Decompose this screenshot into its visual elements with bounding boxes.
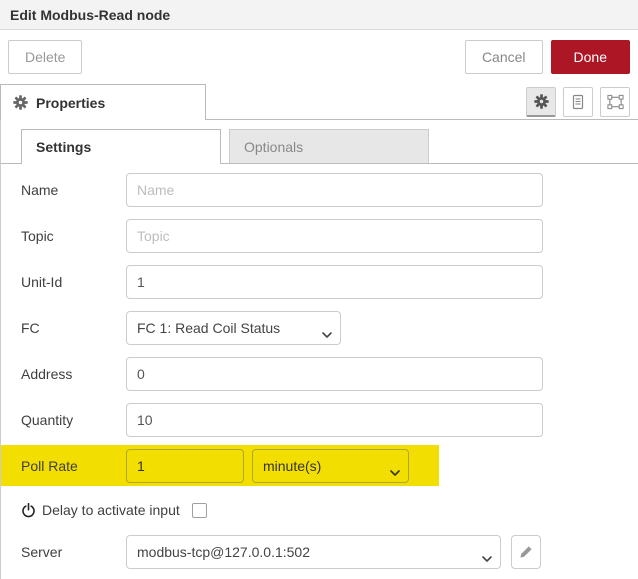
done-button[interactable]: Done bbox=[550, 40, 630, 74]
cancel-button[interactable]: Cancel bbox=[464, 40, 543, 74]
tab-properties[interactable]: Properties bbox=[0, 84, 206, 120]
poll-rate-row: Poll Rate minute(s) bbox=[1, 445, 618, 486]
poll-rate-label: Poll Rate bbox=[21, 458, 78, 474]
tab-settings[interactable]: Settings bbox=[21, 129, 221, 164]
fc-select[interactable]: FC 1: Read Coil Status bbox=[126, 311, 341, 345]
appearance-frame-icon bbox=[606, 94, 624, 110]
topic-input[interactable] bbox=[126, 219, 543, 253]
settings-form: Name Topic Unit-Id FC FC 1: Read Coil St… bbox=[0, 164, 638, 579]
settings-tab-bar: Settings Optionals bbox=[0, 120, 638, 164]
quantity-row: Quantity bbox=[21, 403, 618, 437]
quantity-label: Quantity bbox=[21, 412, 74, 428]
name-label: Name bbox=[21, 182, 59, 198]
unit-id-input[interactable] bbox=[126, 265, 543, 299]
server-row: Server modbus-tcp@127.0.0.1:502 bbox=[21, 535, 618, 569]
dialog-toolbar: Delete Cancel Done bbox=[0, 30, 638, 84]
edit-server-button[interactable] bbox=[511, 535, 541, 569]
unit-id-label: Unit-Id bbox=[21, 274, 63, 290]
tab-optionals[interactable]: Optionals bbox=[229, 129, 429, 163]
address-row: Address bbox=[21, 357, 618, 391]
server-select[interactable]: modbus-tcp@127.0.0.1:502 bbox=[126, 535, 501, 569]
fc-row: FC FC 1: Read Coil Status bbox=[21, 311, 618, 345]
description-doc-button[interactable] bbox=[563, 87, 593, 117]
quantity-input[interactable] bbox=[126, 403, 543, 437]
topic-row: Topic bbox=[21, 219, 618, 253]
power-icon bbox=[21, 502, 36, 518]
toolbar-right-group: Cancel Done bbox=[464, 40, 630, 74]
document-icon bbox=[570, 94, 586, 110]
delay-row: Delay to activate input bbox=[21, 495, 618, 525]
address-input[interactable] bbox=[126, 357, 543, 391]
properties-gear-button[interactable] bbox=[526, 87, 556, 117]
delay-checkbox[interactable] bbox=[191, 502, 207, 518]
poll-rate-input[interactable] bbox=[126, 449, 244, 483]
name-row: Name bbox=[21, 173, 618, 207]
delete-button[interactable]: Delete bbox=[8, 40, 83, 74]
edit-pencil-icon bbox=[519, 545, 533, 559]
poll-rate-unit-select[interactable]: minute(s) bbox=[252, 449, 409, 483]
dialog-header: Edit Modbus-Read node bbox=[0, 0, 638, 30]
appearance-button[interactable] bbox=[600, 87, 630, 117]
topic-label: Topic bbox=[21, 228, 54, 244]
tab-optionals-label: Optionals bbox=[244, 138, 304, 155]
gear-icon bbox=[13, 95, 28, 110]
gear-icon bbox=[533, 94, 549, 109]
name-input[interactable] bbox=[126, 173, 543, 207]
address-label: Address bbox=[21, 366, 73, 382]
dialog-title: Edit Modbus-Read node bbox=[10, 6, 171, 23]
tray-tab-bar: Properties bbox=[0, 84, 638, 120]
tab-properties-label: Properties bbox=[36, 94, 106, 111]
tray-icon-buttons bbox=[526, 87, 630, 117]
tab-settings-label: Settings bbox=[36, 139, 92, 155]
fc-label: FC bbox=[21, 320, 40, 336]
unit-id-row: Unit-Id bbox=[21, 265, 618, 299]
delay-label: Delay to activate input bbox=[42, 502, 180, 518]
server-label: Server bbox=[21, 544, 63, 560]
